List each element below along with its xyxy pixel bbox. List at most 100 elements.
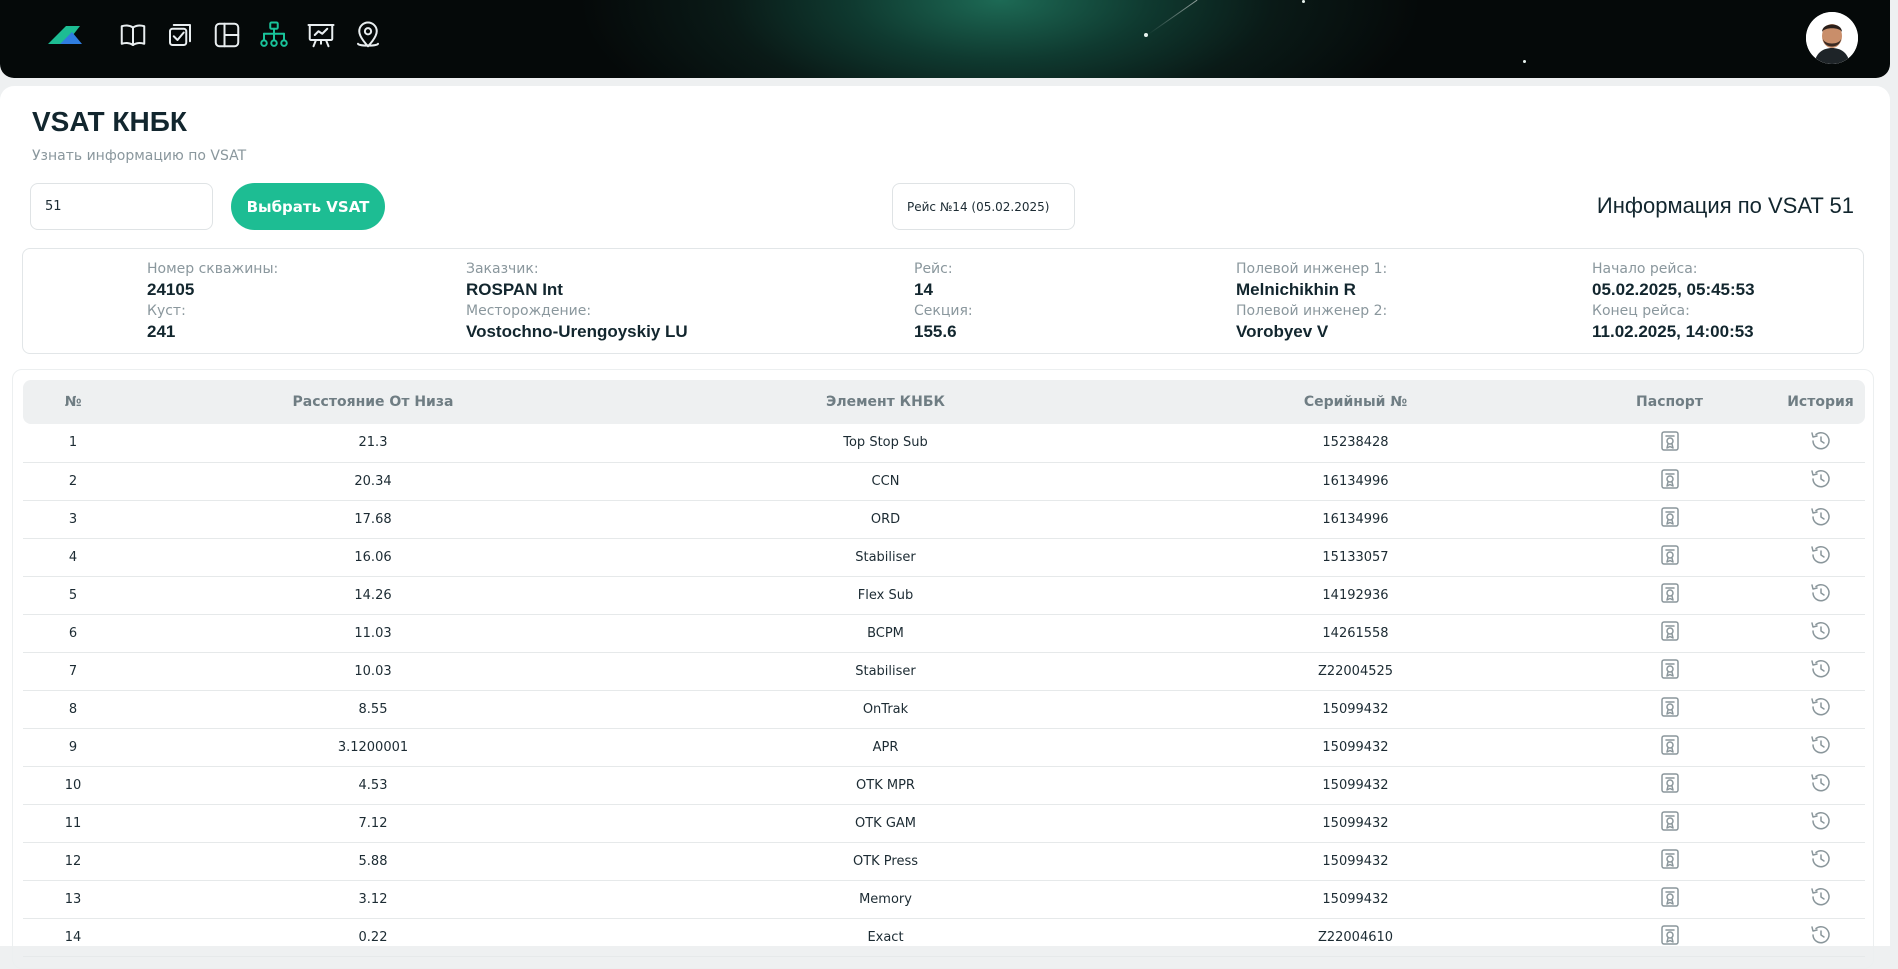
passport-icon[interactable]: [1658, 733, 1682, 757]
section-label: Секция:: [914, 303, 973, 319]
row-number: 5: [23, 576, 123, 615]
table-row[interactable]: 11 7.12 OTK GAM 15099432: [23, 804, 1865, 843]
vsat-info-card: Номер скважины: 24105 Куст: 241 Заказчик…: [22, 248, 1864, 354]
table-row[interactable]: 9 3.1200001 APR 15099432: [23, 728, 1865, 767]
section-value: 155.6: [914, 322, 957, 341]
row-passport-cell: [1563, 918, 1776, 957]
nav-location-pin-icon[interactable]: [351, 18, 385, 52]
trip-start-label: Начало рейса:: [1592, 261, 1698, 277]
table-row[interactable]: 13 3.12 Memory 15099432: [23, 880, 1865, 919]
nav-tasks-icon[interactable]: [163, 18, 197, 52]
passport-icon[interactable]: [1658, 695, 1682, 719]
table-row[interactable]: 14 0.22 Exact Z22004610: [23, 918, 1865, 957]
nav-hierarchy-icon[interactable]: [257, 18, 291, 52]
history-icon[interactable]: [1809, 429, 1833, 453]
col-header-distance[interactable]: Расстояние От Низа: [123, 380, 623, 424]
col-header-passport[interactable]: Паспорт: [1563, 380, 1776, 424]
user-avatar[interactable]: [1806, 12, 1858, 64]
well-number-value: 24105: [147, 280, 195, 299]
table-row[interactable]: 10 4.53 OTK MPR 15099432: [23, 766, 1865, 805]
table-row[interactable]: 12 5.88 OTK Press 15099432: [23, 842, 1865, 881]
row-distance: 20.34: [123, 462, 623, 501]
row-distance: 3.1200001: [123, 728, 623, 767]
passport-icon[interactable]: [1658, 619, 1682, 643]
passport-icon[interactable]: [1658, 467, 1682, 491]
row-passport-cell: [1563, 500, 1776, 539]
well-number-label: Номер скважины:: [147, 261, 279, 277]
col-header-serial[interactable]: Серийный №: [1148, 380, 1563, 424]
row-element: Memory: [623, 880, 1148, 919]
passport-icon[interactable]: [1658, 809, 1682, 833]
history-icon[interactable]: [1809, 467, 1833, 491]
row-distance: 17.68: [123, 500, 623, 539]
vsat-number-input[interactable]: [30, 183, 213, 230]
row-number: 7: [23, 652, 123, 691]
select-vsat-button[interactable]: Выбрать VSAT: [231, 183, 385, 230]
history-icon[interactable]: [1809, 581, 1833, 605]
bha-table: № Расстояние От Низа Элемент КНБК Серийн…: [23, 380, 1865, 957]
row-serial: 15099432: [1148, 728, 1563, 767]
row-serial: 15099432: [1148, 804, 1563, 843]
vsat-info-heading: Информация по VSAT 51: [1596, 193, 1854, 218]
history-icon[interactable]: [1809, 733, 1833, 757]
table-row[interactable]: 3 17.68 ORD 16134996: [23, 500, 1865, 539]
row-distance: 7.12: [123, 804, 623, 843]
passport-icon[interactable]: [1658, 923, 1682, 947]
history-icon[interactable]: [1809, 923, 1833, 947]
table-row[interactable]: 5 14.26 Flex Sub 14192936: [23, 576, 1865, 615]
table-row[interactable]: 4 16.06 Stabiliser 15133057: [23, 538, 1865, 577]
customer-label: Заказчик:: [466, 261, 539, 277]
history-icon[interactable]: [1809, 809, 1833, 833]
passport-icon[interactable]: [1658, 505, 1682, 529]
history-icon[interactable]: [1809, 543, 1833, 567]
table-header-row: № Расстояние От Низа Элемент КНБК Серийн…: [23, 380, 1865, 424]
table-row[interactable]: 8 8.55 OnTrak 15099432: [23, 690, 1865, 729]
row-element: OTK Press: [623, 842, 1148, 881]
main-content: VSAT КНБК Узнать информацию по VSAT Выбр…: [0, 86, 1890, 969]
field-label: Месторождение:: [466, 303, 592, 319]
row-history-cell: [1776, 652, 1865, 691]
pad-label: Куст:: [147, 303, 186, 319]
row-element: APR: [623, 728, 1148, 767]
bha-table-container: № Расстояние От Низа Элемент КНБК Серийн…: [12, 369, 1874, 969]
col-header-number[interactable]: №: [23, 380, 123, 424]
engineer1-value: Melnichikhin R: [1236, 280, 1356, 299]
row-passport-cell: [1563, 842, 1776, 881]
row-history-cell: [1776, 766, 1865, 805]
row-history-cell: [1776, 614, 1865, 653]
row-serial: 15099432: [1148, 842, 1563, 881]
nav-dashboard-icon[interactable]: [210, 18, 244, 52]
row-history-cell: [1776, 918, 1865, 957]
table-row[interactable]: 1 21.3 Top Stop Sub 15238428: [23, 424, 1865, 463]
history-icon[interactable]: [1809, 657, 1833, 681]
decorative-star: [1302, 0, 1305, 3]
table-row[interactable]: 6 11.03 BCPM 14261558: [23, 614, 1865, 653]
passport-icon[interactable]: [1658, 885, 1682, 909]
passport-icon[interactable]: [1658, 581, 1682, 605]
row-passport-cell: [1563, 880, 1776, 919]
app-logo-icon[interactable]: [46, 22, 84, 48]
table-row[interactable]: 2 20.34 CCN 16134996: [23, 462, 1865, 501]
passport-icon[interactable]: [1658, 847, 1682, 871]
history-icon[interactable]: [1809, 771, 1833, 795]
trip-select-dropdown[interactable]: Рейс №14 (05.02.2025): [892, 183, 1075, 230]
page-subtitle: Узнать информацию по VSAT: [32, 148, 247, 164]
nav-presentation-icon[interactable]: [304, 18, 338, 52]
nav-book-icon[interactable]: [116, 18, 150, 52]
passport-icon[interactable]: [1658, 657, 1682, 681]
history-icon[interactable]: [1809, 885, 1833, 909]
history-icon[interactable]: [1809, 505, 1833, 529]
history-icon[interactable]: [1809, 619, 1833, 643]
passport-icon[interactable]: [1658, 771, 1682, 795]
history-icon[interactable]: [1809, 695, 1833, 719]
row-distance: 0.22: [123, 918, 623, 957]
passport-icon[interactable]: [1658, 543, 1682, 567]
col-header-history[interactable]: История: [1776, 380, 1865, 424]
passport-icon[interactable]: [1658, 429, 1682, 453]
table-row[interactable]: 7 10.03 Stabiliser Z22004525: [23, 652, 1865, 691]
row-serial: 16134996: [1148, 500, 1563, 539]
row-element: Stabiliser: [623, 538, 1148, 577]
history-icon[interactable]: [1809, 847, 1833, 871]
row-passport-cell: [1563, 462, 1776, 501]
col-header-element[interactable]: Элемент КНБК: [623, 380, 1148, 424]
